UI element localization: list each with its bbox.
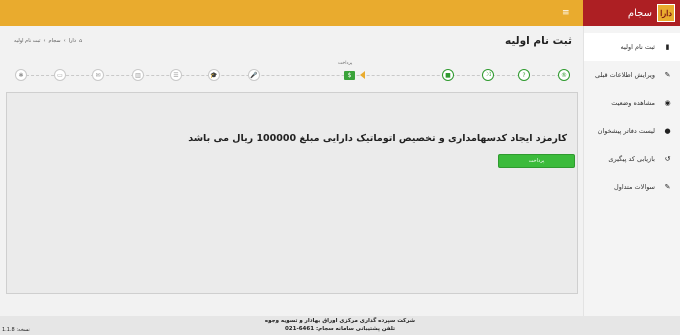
step-list-icon: ☰ [170, 69, 182, 81]
dara-logo-icon: دارا [657, 4, 675, 22]
sidebar-item-status[interactable]: مشاهده وضعیت ◉ [584, 89, 680, 117]
step-microphone-icon: 🎤 [248, 69, 260, 81]
sidebar-item-label: لیست دفاتر پیشخوان [597, 127, 655, 135]
step-envelope-icon: ✉ [92, 69, 104, 81]
sidebar-item-label: بازیابی کد پیگیری [608, 155, 655, 163]
sidebar-item-label: سوالات متداول [613, 183, 655, 191]
home-icon[interactable]: ⌂ [79, 38, 82, 44]
brand-area[interactable]: سجام دارا [583, 0, 680, 26]
hamburger-icon[interactable]: ≡ [562, 7, 572, 19]
page-title: ثبت نام اولیه [505, 35, 572, 47]
sidebar-item-label: مشاهده وضعیت [611, 99, 655, 107]
step-registered-icon: ® [558, 69, 570, 81]
payment-panel: کارمزد ایجاد کدسهامداری و تخصیص اتوماتیک… [6, 92, 578, 294]
breadcrumb: ⌂ دارا › سجام › ثبت نام اولیه [14, 38, 83, 44]
step-question-icon: ? [518, 69, 530, 81]
sidebar-item-label: ویرایش اطلاعات قبلی [594, 71, 655, 79]
breadcrumb-item[interactable]: دارا [69, 38, 76, 44]
footer-support-phone: تلفن پشتیبانی سامانه سجام: 6461-021 [284, 326, 396, 332]
eye-icon: ◉ [664, 99, 671, 107]
sidebar-item-recover-code[interactable]: بازیابی کد پیگیری ↺ [584, 145, 680, 173]
top-bar [0, 0, 680, 26]
undo-icon: ↺ [664, 155, 671, 163]
step-bookmark-icon: ■ [442, 69, 454, 81]
step-graduation-icon: 🎓 [208, 69, 220, 81]
sidebar-item-registration[interactable]: ثبت نام اولیه ▮ [584, 33, 680, 61]
step-payment-icon: $ [344, 70, 355, 80]
breadcrumb-item: ثبت نام اولیه [14, 38, 41, 44]
edit-icon: ✎ [664, 183, 671, 191]
sidebar-item-offices[interactable]: لیست دفاتر پیشخوان ● [584, 117, 680, 145]
step-misc-icon: ✱ [15, 69, 27, 81]
sidebar: ثبت نام اولیه ▮ ویرایش اطلاعات قبلی ✎ مش… [583, 26, 680, 316]
sidebar-item-faq[interactable]: سوالات متداول ✎ [584, 173, 680, 201]
steps-wizard: ® ? ⤨ ■ پرداخت $ 🎤 🎓 ☰ ▥ ✉ ▭ ✱ [8, 58, 578, 88]
edit-icon: ✎ [664, 71, 671, 79]
current-step-arrow-icon [360, 71, 365, 79]
sidebar-item-label: ثبت نام اولیه [620, 43, 655, 51]
step-card-icon: ▭ [54, 69, 66, 81]
step-chart-icon: ▥ [132, 69, 144, 81]
footer-company: شرکت سپرده گذاری مرکزی اوراق بهادار و تس… [264, 318, 416, 324]
version-label: نسخه: 1.1.8 [2, 327, 30, 333]
brand-name: سجام [627, 7, 652, 19]
pay-button[interactable]: پرداخت [498, 154, 575, 168]
book-icon: ▮ [665, 43, 670, 51]
fee-message: کارمزد ایجاد کدسهامداری و تخصیص اتوماتیک… [188, 133, 567, 144]
sidebar-item-edit-info[interactable]: ویرایش اطلاعات قبلی ✎ [584, 61, 680, 89]
step-shuffle-icon: ⤨ [482, 69, 494, 81]
footer: شرکت سپرده گذاری مرکزی اوراق بهادار و تس… [0, 316, 680, 335]
user-icon: ● [664, 127, 671, 135]
current-step-label: پرداخت [338, 61, 353, 66]
breadcrumb-item[interactable]: سجام [49, 38, 61, 44]
